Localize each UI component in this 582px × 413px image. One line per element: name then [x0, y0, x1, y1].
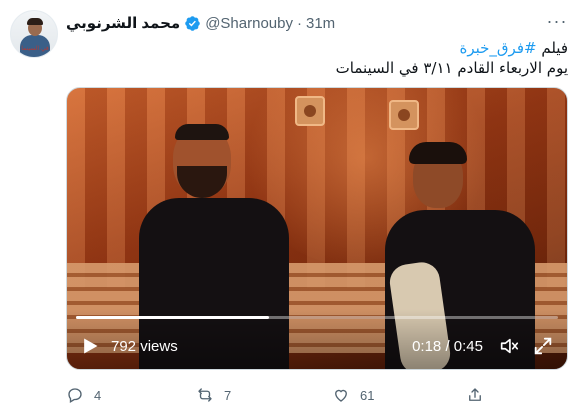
volume-icon[interactable] [497, 334, 521, 358]
more-label: ··· [546, 10, 568, 31]
avatar-caption: في السينما [21, 45, 49, 52]
video-progress-bar[interactable] [76, 316, 558, 319]
video-views: 792 views [111, 338, 178, 355]
tweet-actions: 4 7 61 [66, 384, 481, 406]
tweet-text-line-1: فيلم #فرق_خبرة [66, 38, 568, 58]
reply-icon [68, 388, 82, 403]
more-icon[interactable]: ··· [546, 10, 568, 32]
tweet[interactable]: في السينما محمد الشرنوبي @Sharnouby · 31… [0, 0, 582, 413]
video-controls: 792 views 0:18 / 0:45 [67, 309, 567, 369]
like-button[interactable]: 61 [332, 384, 374, 406]
retweet-icon [198, 388, 212, 402]
tweet-header: محمد الشرنوبي @Sharnouby · 31m [66, 12, 335, 34]
separator-dot: · [296, 14, 302, 32]
verified-badge-icon [184, 15, 201, 32]
tweet-time[interactable]: 31m [306, 15, 335, 32]
tweet-text: فيلم #فرق_خبرة يوم الاربعاء القادم ٣/١١ … [66, 38, 568, 78]
retweet-count: 7 [224, 387, 232, 403]
like-icon [335, 389, 347, 402]
author-handle[interactable]: @Sharnouby [205, 15, 293, 32]
fullscreen-icon[interactable] [531, 334, 555, 358]
hashtag-link[interactable]: #فرق_خبرة [459, 39, 536, 57]
author-name[interactable]: محمد الشرنوبي [66, 14, 180, 32]
video-elapsed: 0:18 [412, 338, 442, 355]
avatar[interactable]: في السينما [10, 10, 58, 58]
video-progress-fill [76, 316, 269, 319]
tweet-text-prefix: فيلم [536, 39, 568, 57]
reply-button[interactable]: 4 [66, 384, 101, 406]
video-player[interactable]: 792 views 0:18 / 0:45 [66, 87, 568, 370]
video-duration: 0:45 [453, 338, 483, 355]
video-timer: 0:18 / 0:45 [412, 338, 483, 355]
retweet-button[interactable]: 7 [196, 384, 231, 406]
play-icon[interactable] [79, 335, 101, 357]
tweet-text-line-2: يوم الاربعاء القادم ٣/١١ في السينمات [335, 59, 568, 77]
video-timer-separator: / [441, 338, 454, 355]
share-button[interactable] [466, 384, 484, 406]
share-icon [469, 388, 481, 401]
like-count: 61 [360, 387, 375, 403]
reply-count: 4 [94, 387, 102, 403]
